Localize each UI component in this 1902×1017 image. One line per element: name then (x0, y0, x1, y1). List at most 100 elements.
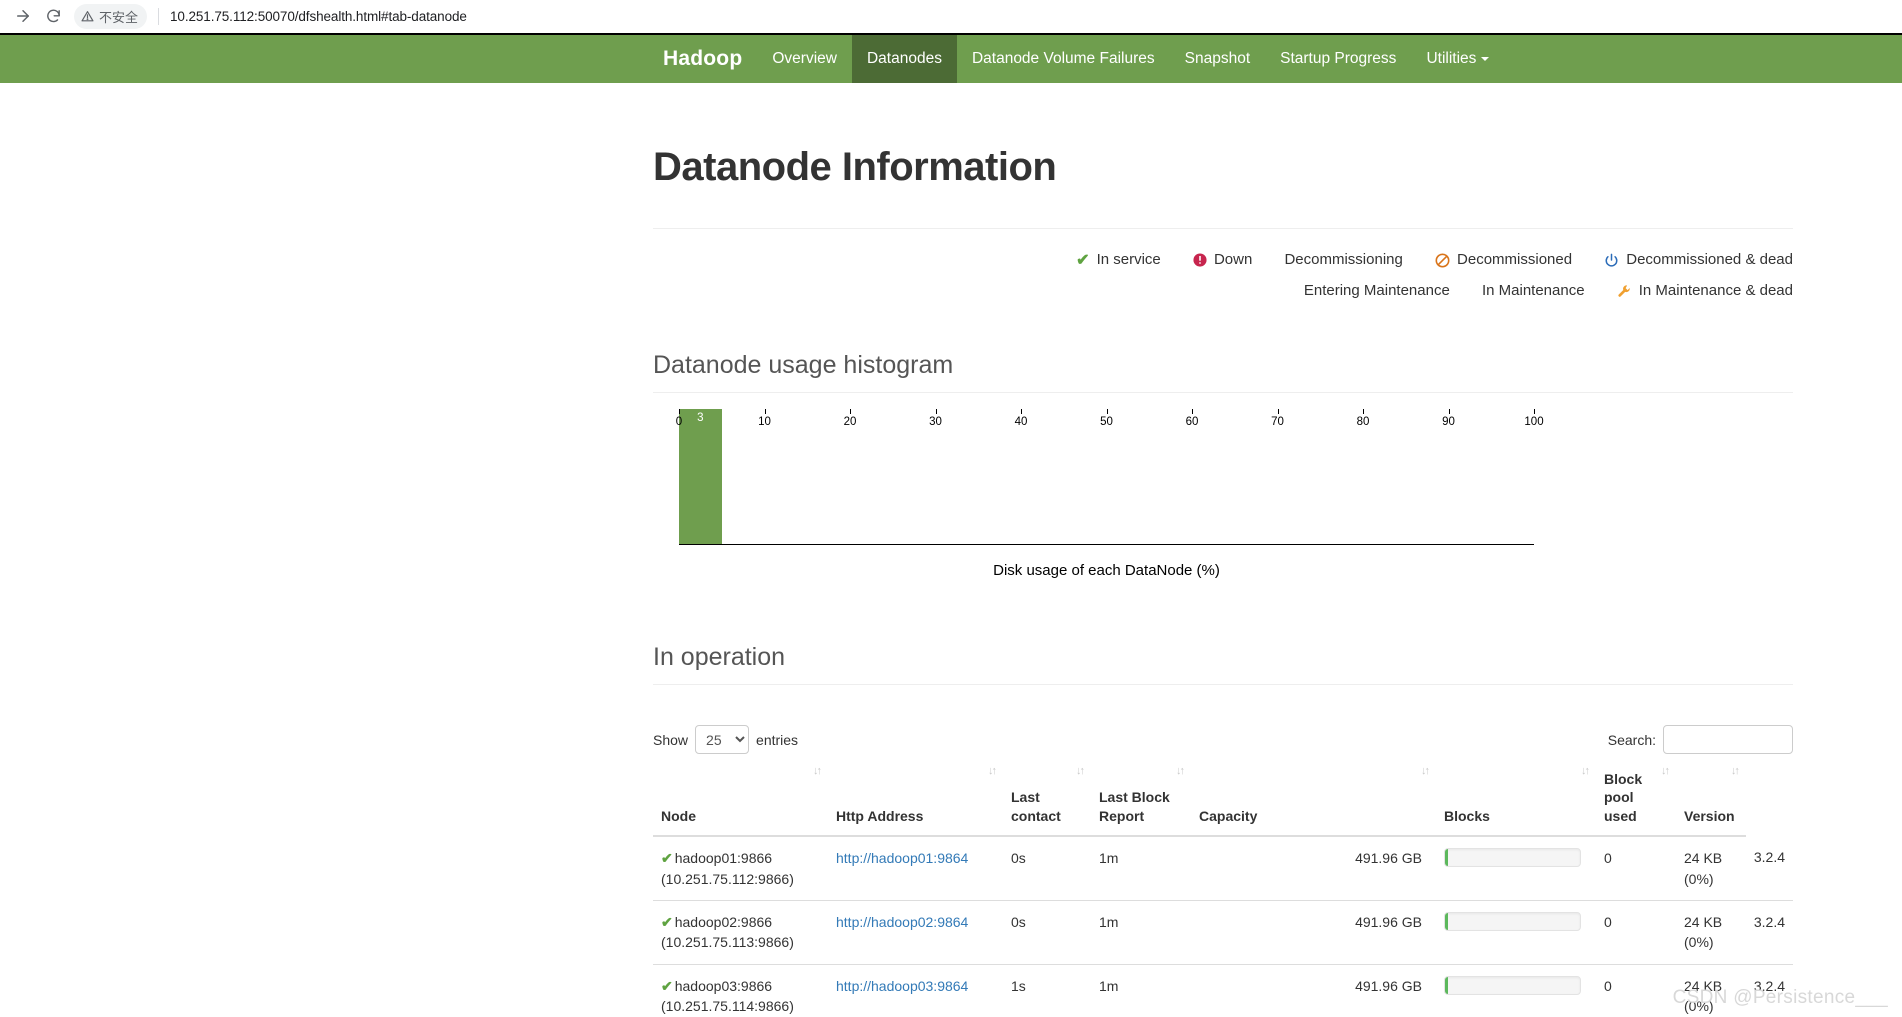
legend-item-decommissioned: Decommissioned (1435, 245, 1572, 276)
column-header-capacity[interactable]: ↓↑ Capacity (1191, 762, 1436, 838)
check-icon: ✔ (661, 850, 673, 867)
x-tick-label: 60 (1185, 416, 1199, 428)
legend-row-2: Entering Maintenance In Maintenance In M… (653, 276, 1793, 307)
chevron-down-icon (1481, 57, 1490, 61)
page-length-select[interactable]: 2550100 (695, 725, 750, 754)
power-off-icon (1604, 246, 1619, 276)
nav-item-datanodes[interactable]: Datanodes (851, 35, 957, 83)
nav-item-datanode-volume-failures[interactable]: Datanode Volume Failures (957, 35, 1170, 83)
cell-capacity-value: 491.96 GB (1191, 964, 1436, 1017)
cell-block-pool-used: 24 KB (0%) (1676, 900, 1746, 965)
table-body: ✔ hadoop01:9866 (10.251.75.112:9866) http:/… (653, 836, 1793, 1017)
legend-item-in-service: ✔ In service (1076, 245, 1161, 276)
cell-last-block-report: 1m (1091, 836, 1191, 902)
security-status-label: 不安全 (99, 9, 139, 25)
forward-arrow-icon[interactable] (8, 1, 38, 31)
x-tick (679, 409, 680, 414)
cell-blocks: 0 (1596, 964, 1676, 1017)
nav-item-startup-progress[interactable]: Startup Progress (1265, 35, 1411, 83)
column-header-blocks[interactable]: ↓↑ Blocks (1436, 762, 1596, 838)
histogram-bar-label: 3 (697, 412, 704, 424)
table-header-row: ↓↑ Node ↓↑ Http Address ↓↑ Last contact … (653, 762, 1793, 838)
nav-item-label: Overview (772, 50, 837, 67)
column-header-last-contact[interactable]: ↓↑ Last contact (1003, 762, 1091, 838)
x-tick (764, 409, 766, 414)
column-header-block-pool-used[interactable]: ↓↑ Block pool used (1596, 762, 1676, 838)
sort-icon: ↓↑ (1581, 765, 1590, 777)
search-input[interactable] (1663, 725, 1793, 754)
histogram-bar (679, 409, 722, 544)
cell-blocks: 0 (1596, 900, 1676, 965)
table-row: ✔ hadoop01:9866 (10.251.75.112:9866) http:/… (653, 836, 1793, 902)
x-tick-label: 70 (1271, 416, 1284, 428)
legend-item-decommissioning: Decommissioning (1284, 245, 1402, 275)
datanode-usage-histogram: 3 0 10 20 30 40 50 60 70 80 90 100 Disk usage of e… (653, 409, 1793, 599)
node-address: (10.251.75.114:9866) (661, 997, 794, 1014)
cell-block-pool-used: 24 KB (0%) (1676, 836, 1746, 902)
column-label: Capacity (1199, 807, 1258, 824)
in-operation-heading: In operation (653, 643, 786, 671)
cell-capacity-bar (1436, 836, 1596, 902)
capacity-progress-fill (1445, 913, 1448, 930)
url-text: 10.251.75.112:50070/dfshealth.html#tab-d… (170, 8, 467, 24)
brand-label: Hadoop (663, 47, 743, 70)
x-tick-label: 20 (843, 416, 857, 428)
column-header-http-address[interactable]: ↓↑ Http Address (828, 762, 1003, 838)
x-tick-label: 90 (1442, 416, 1455, 428)
column-label: Http Address (836, 807, 924, 824)
histogram-x-axis-label: Disk usage of each DataNode (%) (993, 562, 1220, 579)
nav-item-snapshot[interactable]: Snapshot (1170, 35, 1266, 83)
warning-triangle-icon (81, 10, 94, 21)
capacity-progress-fill (1445, 976, 1448, 994)
wrench-icon (1617, 277, 1632, 307)
page-body: Datanode Information ✔ In service Down D… (0, 83, 1902, 1017)
legend-label: In Maintenance (1481, 282, 1585, 299)
cell-node: ✔ hadoop02:9866 (10.251.75.113:9866) (653, 900, 828, 965)
column-header-node[interactable]: ↓↑ Node (653, 762, 828, 838)
entries-label: entries (756, 731, 799, 748)
legend-label: In Maintenance & dead (1638, 282, 1793, 299)
http-address-link[interactable]: http://hadoop03:9864 (836, 978, 968, 994)
http-address-link[interactable]: http://hadoop02:9864 (836, 914, 968, 930)
check-icon: ✔ (1076, 252, 1090, 269)
check-icon: ✔ (661, 914, 673, 930)
cell-blocks: 0 (1596, 836, 1676, 902)
omnibox-divider (158, 7, 160, 25)
http-address-link[interactable]: http://hadoop01:9864 (836, 850, 968, 866)
show-label: Show (653, 731, 689, 748)
security-status-chip[interactable]: 不安全 (74, 3, 148, 29)
x-tick-label: 0 (675, 416, 683, 428)
histogram-heading: Datanode usage histogram (653, 351, 954, 379)
cell-last-contact: 1s (1003, 964, 1091, 1017)
search-label: Search: (1607, 731, 1656, 748)
cell-version: 3.2.4 (1745, 900, 1793, 965)
cell-capacity-value: 491.96 GB (1191, 900, 1436, 965)
reload-icon[interactable] (38, 1, 68, 31)
nav-item-label: Startup Progress (1280, 50, 1397, 67)
column-label: Last Block Report (1099, 789, 1170, 824)
datanode-table: ↓↑ Node ↓↑ Http Address ↓↑ Last contact … (653, 762, 1793, 1017)
nav-item-utilities[interactable]: Utilities (1411, 35, 1504, 83)
column-header-last-block-report[interactable]: ↓↑ Last Block Report (1091, 762, 1191, 838)
node-name: hadoop02:9866 (674, 914, 773, 930)
watermark: CSDN @Persistence___ (1672, 987, 1888, 1008)
column-label: Block pool used (1604, 771, 1643, 824)
address-bar[interactable]: 不安全 10.251.75.112:50070/dfshealth.html#t… (74, 3, 1894, 29)
table-controls: Show 2550100 entries Search: (653, 695, 1793, 762)
column-label: Last contact (1011, 789, 1061, 824)
cell-capacity-value: 491.96 GB (1191, 836, 1436, 902)
column-label: Version (1684, 807, 1735, 824)
cell-last-block-report: 1m (1091, 900, 1191, 965)
cell-last-contact: 0s (1003, 836, 1091, 902)
x-tick-label: 10 (758, 416, 771, 428)
ban-circle-icon (1435, 246, 1450, 276)
nav-item-overview[interactable]: Overview (757, 35, 852, 83)
x-tick-label: 30 (929, 416, 942, 428)
x-tick-label: 100 (1524, 416, 1544, 428)
node-name: hadoop03:9866 (674, 977, 773, 994)
node-address: (10.251.75.113:9866) (661, 934, 794, 951)
sort-icon: ↓↑ (1730, 765, 1740, 777)
brand-hadoop[interactable]: Hadoop (648, 35, 757, 83)
column-header-version[interactable]: ↓↑ Version (1676, 762, 1746, 838)
x-tick-label: 50 (1100, 416, 1113, 428)
